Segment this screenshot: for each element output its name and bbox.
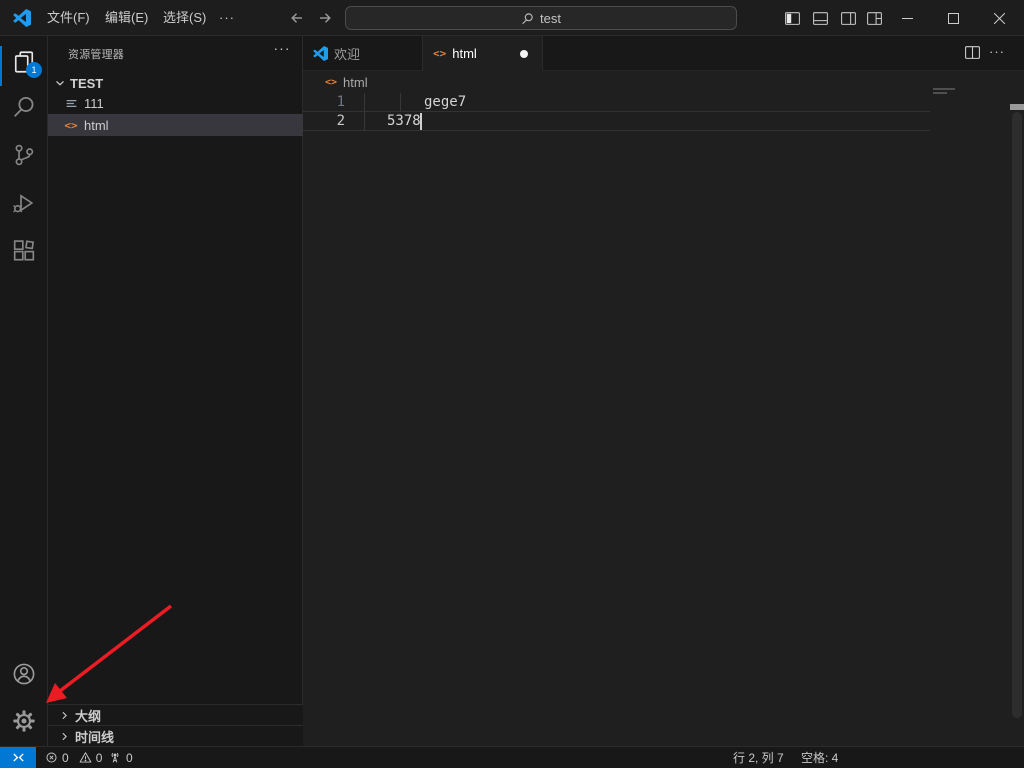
search-icon [521, 12, 534, 25]
html-file-icon: <> [63, 117, 79, 133]
outline-section-header[interactable]: 大纲 [48, 704, 303, 725]
search-view-icon[interactable] [12, 95, 36, 119]
html-file-icon: <> [325, 77, 337, 88]
toggle-primary-sidebar-icon[interactable] [784, 10, 801, 27]
error-count: 0 [62, 751, 69, 765]
menu-file[interactable]: 文件(F) [38, 8, 99, 28]
explorer-more-actions-icon[interactable]: ··· [270, 40, 294, 62]
error-icon [45, 751, 58, 764]
source-control-icon[interactable] [12, 143, 36, 167]
settings-gear-icon[interactable] [12, 709, 36, 733]
text-cursor [420, 113, 422, 130]
title-bar: 文件(F) 编辑(E) 选择(S) ··· test [0, 0, 1024, 36]
breadcrumb-item[interactable]: html [343, 75, 368, 90]
chevron-right-icon [56, 707, 72, 723]
line-number: 2 [303, 112, 345, 131]
editor-scrollbar[interactable] [1010, 93, 1024, 746]
ports-icon [108, 751, 122, 765]
minimap [933, 88, 955, 90]
cursor-position-status[interactable]: 行 2, 列 7 [733, 747, 784, 768]
file-label-html: html [84, 118, 109, 133]
explorer-badge: 1 [26, 62, 42, 78]
active-view-indicator [0, 46, 2, 86]
explorer-sidebar: 资源管理器 ··· TEST 111 <> html 大纲 [48, 36, 303, 746]
chevron-right-icon [56, 728, 72, 744]
tab-bar: 欢迎 <> html [303, 36, 1024, 71]
remote-indicator[interactable] [0, 747, 36, 768]
indent-guide [364, 93, 365, 131]
vscode-logo-icon [313, 46, 328, 61]
scrollbar-slider[interactable] [1012, 112, 1022, 718]
maximize-button[interactable] [930, 0, 976, 36]
file-label-111: 111 [84, 96, 104, 111]
command-center-search[interactable]: test [345, 6, 737, 30]
indentation-status[interactable]: 空格: 4 [801, 747, 838, 768]
html-file-icon: <> [433, 47, 446, 60]
toggle-panel-icon[interactable] [812, 10, 829, 27]
minimize-button[interactable] [884, 0, 930, 36]
file-row-html[interactable]: <> html [48, 114, 303, 136]
tab-label: 欢迎 [334, 44, 360, 63]
problems-status[interactable]: 0 0 [45, 747, 102, 768]
activity-bar: 1 [0, 36, 48, 746]
customize-layout-icon[interactable] [866, 10, 883, 27]
code-line-text: 5378 [387, 112, 421, 131]
minimap [933, 92, 947, 94]
tab-html[interactable]: <> html [423, 36, 543, 71]
search-value: test [540, 11, 561, 26]
warning-icon [79, 751, 92, 764]
extensions-icon[interactable] [12, 239, 36, 263]
editor-actions: ··· [964, 44, 1005, 61]
overview-ruler-cursor-mark [1010, 104, 1024, 110]
close-button[interactable] [976, 0, 1022, 36]
menu-more-icon[interactable]: ··· [210, 8, 244, 28]
line-number: 1 [303, 93, 345, 112]
timeline-section-header[interactable]: 时间线 [48, 725, 303, 746]
status-bar: 0 0 0 行 2, 列 7 空格: 4 [0, 746, 1024, 768]
vscode-window: 文件(F) 编辑(E) 选择(S) ··· test [0, 0, 1024, 768]
timeline-section-label: 时间线 [75, 727, 114, 746]
split-editor-icon[interactable] [964, 44, 981, 61]
vscode-logo-icon [13, 9, 31, 27]
code-editor[interactable]: 1 2 gege7 5378 [303, 93, 1024, 746]
tab-label: html [452, 46, 477, 61]
chevron-down-icon [52, 75, 68, 91]
warning-count: 0 [96, 751, 103, 765]
workspace-folder-label: TEST [70, 76, 103, 91]
forward-icon[interactable] [317, 10, 333, 26]
file-row-111[interactable]: 111 [48, 92, 303, 114]
run-debug-icon[interactable] [12, 191, 36, 215]
toggle-secondary-sidebar-icon[interactable] [840, 10, 857, 27]
tab-welcome[interactable]: 欢迎 [303, 36, 423, 71]
editor-group: 欢迎 <> html ··· <> html 1 2 gege7 53 [303, 36, 1024, 746]
indent-guide [400, 93, 401, 112]
breadcrumb[interactable]: <> html [303, 71, 1024, 93]
menu-selection[interactable]: 选择(S) [154, 8, 215, 28]
text-file-icon [63, 95, 79, 111]
more-actions-icon[interactable]: ··· [989, 44, 1005, 61]
ports-count: 0 [126, 751, 133, 765]
code-line-text: gege7 [424, 93, 466, 112]
workspace-folder-row[interactable]: TEST [48, 72, 303, 94]
ports-status[interactable]: 0 [108, 747, 133, 768]
accounts-icon[interactable] [12, 662, 36, 686]
sidebar-title: 资源管理器 [68, 46, 124, 62]
modified-dot-icon[interactable] [520, 50, 528, 58]
remote-icon [11, 750, 26, 765]
outline-section-label: 大纲 [75, 706, 101, 725]
back-icon[interactable] [289, 10, 305, 26]
menu-edit[interactable]: 编辑(E) [96, 8, 157, 28]
